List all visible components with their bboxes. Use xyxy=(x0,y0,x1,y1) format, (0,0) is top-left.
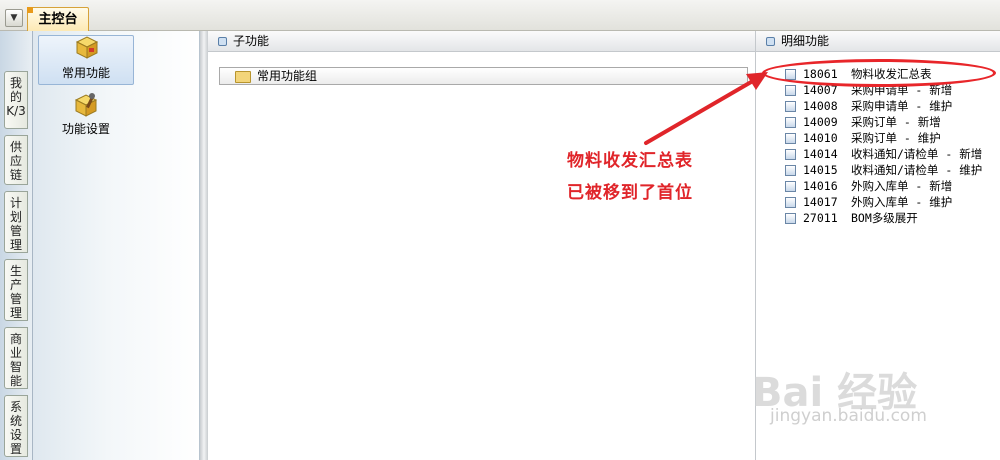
settings-box-icon xyxy=(74,93,98,117)
panel-splitter[interactable] xyxy=(200,31,208,460)
folder-icon xyxy=(235,71,251,83)
function-code: 14014 xyxy=(803,147,838,161)
function-code: 27011 xyxy=(803,211,838,225)
list-item[interactable]: 14009 采购订单 - 新增 xyxy=(785,114,1000,130)
form-icon xyxy=(785,165,796,176)
detail-panel-header: 明细功能 xyxy=(756,31,1000,52)
function-name: 采购订单 - 新增 xyxy=(851,115,941,129)
nav-item-common-functions[interactable]: 常用功能 xyxy=(38,35,134,85)
annotation-text-line1: 物料收发汇总表 xyxy=(567,151,693,171)
form-icon xyxy=(785,181,796,192)
tab-main-label: 主控台 xyxy=(38,12,78,27)
annotation-text-line2: 已被移到了首位 xyxy=(567,183,693,203)
form-icon xyxy=(785,101,796,112)
function-code: 14016 xyxy=(803,179,838,193)
function-group-row[interactable]: 常用功能组 xyxy=(219,67,748,85)
function-code: 14017 xyxy=(803,195,838,209)
tab-main-console[interactable]: 主控台 xyxy=(27,7,89,31)
function-name: 采购订单 - 维护 xyxy=(851,131,941,145)
sub-panel-header: 子功能 xyxy=(208,31,755,52)
list-item[interactable]: 14016 外购入库单 - 新增 xyxy=(785,178,1000,194)
function-name: 收料通知/请检单 - 新增 xyxy=(851,147,983,161)
function-name: 外购入库单 - 新增 xyxy=(851,179,953,193)
top-bar: ▼ 主控台 xyxy=(0,0,1000,31)
list-item[interactable]: 14014 收料通知/请检单 - 新增 xyxy=(785,146,1000,162)
header-square-icon xyxy=(766,37,775,46)
form-icon xyxy=(785,85,796,96)
list-item[interactable]: 27011 BOM多级展开 xyxy=(785,210,1000,226)
function-code: 14015 xyxy=(803,163,838,177)
function-code: 14008 xyxy=(803,99,838,113)
nav-item-function-settings[interactable]: 功能设置 xyxy=(38,90,134,140)
list-item[interactable]: 14017 外购入库单 - 维护 xyxy=(785,194,1000,210)
form-icon xyxy=(785,133,796,144)
vtab-business-intelligence[interactable]: 商业智能 xyxy=(4,327,28,389)
list-item[interactable]: 14015 收料通知/请检单 - 维护 xyxy=(785,162,1000,178)
form-icon xyxy=(785,117,796,128)
vertical-tab-strip: 我的K/3 供应链 计划管理 生产管理 商业智能 系统设置 xyxy=(0,31,33,460)
function-name: 收料通知/请检单 - 维护 xyxy=(851,163,983,177)
nav-item-label: 常用功能 xyxy=(61,66,110,80)
vtab-supply-chain[interactable]: 供应链 xyxy=(4,135,28,185)
sub-panel-title: 子功能 xyxy=(233,34,270,48)
box-icon xyxy=(75,36,99,59)
function-name: 外购入库单 - 维护 xyxy=(851,195,953,209)
header-square-icon xyxy=(218,37,227,46)
vtab-system-settings[interactable]: 系统设置 xyxy=(4,395,28,457)
vtab-planning[interactable]: 计划管理 xyxy=(4,191,28,253)
vtab-my-k3[interactable]: 我的K/3 xyxy=(4,71,28,129)
nav-item-label: 功能设置 xyxy=(61,122,110,136)
form-icon xyxy=(785,213,796,224)
function-code: 14010 xyxy=(803,131,838,145)
detail-function-list: 18061 物料收发汇总表 14007 采购申请单 - 新增 14008 采购申请单 … xyxy=(785,66,1000,226)
function-name: BOM多级展开 xyxy=(851,211,918,225)
form-icon xyxy=(785,197,796,208)
group-label: 常用功能组 xyxy=(257,69,318,83)
list-item[interactable]: 14008 采购申请单 - 维护 xyxy=(785,98,1000,114)
dropdown-arrow-icon[interactable]: ▼ xyxy=(5,9,23,27)
list-item[interactable]: 14010 采购订单 - 维护 xyxy=(785,130,1000,146)
watermark-url: jingyan.baidu.com xyxy=(770,406,927,426)
function-code: 14009 xyxy=(803,115,838,129)
form-icon xyxy=(785,149,796,160)
highlight-ellipse xyxy=(762,59,996,87)
function-name: 采购申请单 - 维护 xyxy=(851,99,953,113)
vtab-production[interactable]: 生产管理 xyxy=(4,259,28,321)
tab-corner-mark xyxy=(27,7,33,13)
detail-panel-title: 明细功能 xyxy=(781,34,830,48)
